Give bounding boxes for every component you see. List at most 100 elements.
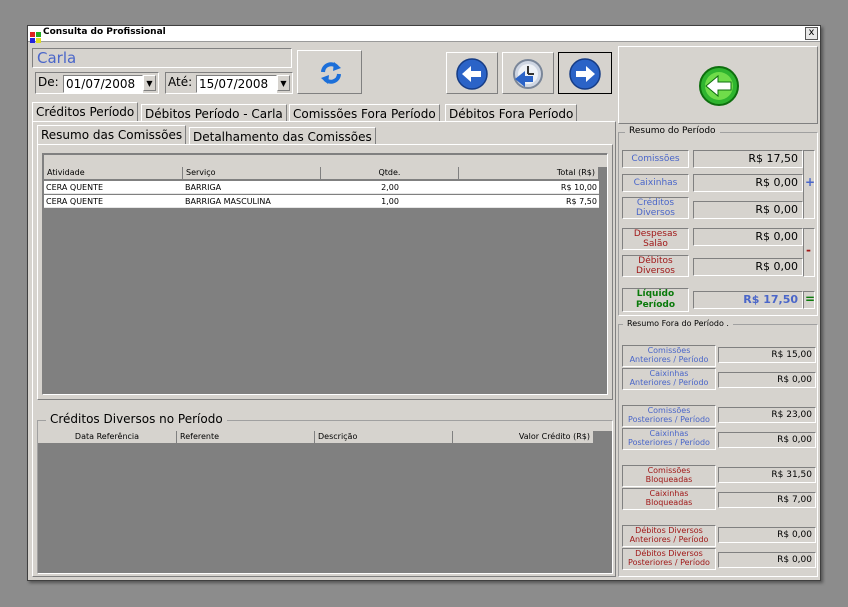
minus-sign: - <box>806 243 811 257</box>
column-header-total[interactable]: Total (R$) <box>459 167 599 180</box>
from-date-dropdown[interactable]: ▼ <box>143 75 156 91</box>
label-line-1: Caixinhas <box>649 489 689 498</box>
refresh-button[interactable] <box>297 50 362 94</box>
outside-debitos-posteriores-label: Débitos Diversos Posteriores / Período <box>622 548 716 570</box>
close-button[interactable]: x <box>805 27 818 40</box>
outside-comissoes-anteriores-value: R$ 15,00 <box>718 347 816 363</box>
to-date-dropdown[interactable]: ▼ <box>277 75 290 91</box>
minus-bracket: - <box>803 228 815 277</box>
credits-grid: Data Referência Referente Descrição Valo… <box>38 431 612 573</box>
summary-caixinhas-label: Caixinhas <box>622 174 689 192</box>
label-line-2: Posteriores / Período <box>628 558 710 567</box>
title-bar: Consulta do Profissional x <box>28 26 820 43</box>
label-line-1: Créditos <box>636 198 675 208</box>
chevron-down-icon: ▼ <box>146 79 153 88</box>
label-line-2: Diversos <box>636 266 675 276</box>
summary-creditos-diversos-label: Créditos Diversos <box>622 197 689 219</box>
next-button[interactable] <box>558 52 612 94</box>
outside-caixinhas-anteriores-value: R$ 0,00 <box>718 372 816 388</box>
label-line-1: Comissões <box>647 406 691 415</box>
label-line-1: Débitos Diversos <box>635 549 703 558</box>
label-line-2: Bloqueadas <box>645 475 693 484</box>
plus-bracket: + <box>803 150 815 219</box>
outside-caixinhas-posteriores-value: R$ 0,00 <box>718 432 816 448</box>
summary-liquido-label: Líquido Período <box>622 288 689 312</box>
label-line-1: Débitos Diversos <box>635 526 703 535</box>
equals-box: = <box>803 291 815 309</box>
window-title: Consulta do Profissional <box>43 27 166 37</box>
column-header-descricao[interactable]: Descrição <box>315 431 453 444</box>
to-date-group: Até: 15/07/2008 ▼ <box>165 72 293 94</box>
previous-button[interactable] <box>446 52 498 94</box>
outside-caixinhas-bloqueadas-label: Caixinhas Bloqueadas <box>622 488 716 510</box>
subtab-resumo-comissoes[interactable]: Resumo das Comissões <box>37 125 187 145</box>
exit-arrow-icon <box>699 66 739 106</box>
outside-summary-group: Resumo Fora do Período . Comissões Anter… <box>618 319 818 577</box>
label-line-2: Posteriores / Período <box>628 415 710 424</box>
main-tabs: Créditos Período Débitos Período - Carla… <box>32 102 616 122</box>
outside-comissoes-bloqueadas-label: Comissões Bloqueadas <box>622 465 716 487</box>
to-date-input[interactable]: 15/07/2008 <box>196 75 277 93</box>
refresh-icon <box>321 62 341 84</box>
tab-debitos-fora-periodo[interactable]: Débitos Fora Período <box>445 104 578 122</box>
label-line-2: Salão <box>643 239 668 249</box>
tab-creditos-periodo[interactable]: Créditos Período <box>32 102 139 122</box>
label-line-2: Anteriores / Período <box>629 378 709 387</box>
column-header-referente[interactable]: Referente <box>177 431 315 444</box>
from-date-label: De: <box>38 75 59 89</box>
summary-caixinhas-value: R$ 0,00 <box>693 174 803 192</box>
outside-comissoes-bloqueadas-value: R$ 31,50 <box>718 467 816 483</box>
from-date-group: De: 01/07/2008 ▼ <box>35 72 159 94</box>
equals-sign: = <box>805 292 816 306</box>
label-line-1: Líquido <box>636 289 675 299</box>
outside-comissoes-posteriores-label: Comissões Posteriores / Período <box>622 405 716 427</box>
cell-servico: BARRIGA <box>183 181 321 194</box>
label-line-1: Despesas <box>633 229 678 239</box>
period-summary-title: Resumo do Período <box>625 126 720 136</box>
subtab-detalhamento-comissoes[interactable]: Detalhamento das Comissões <box>189 127 376 145</box>
label-line-1: Débitos <box>638 256 673 266</box>
summary-debitos-diversos-label: Débitos Diversos <box>622 255 689 277</box>
summary-liquido-value: R$ 17,50 <box>693 291 803 309</box>
commissions-panel: Atividade Serviço Qtde. Total (R$) CERA … <box>37 144 613 400</box>
tab-debitos-periodo[interactable]: Débitos Período - Carla <box>141 104 287 122</box>
tab-comissoes-fora-periodo[interactable]: Comissões Fora Período <box>289 104 440 122</box>
cell-qtde: 2,00 <box>321 181 459 194</box>
commissions-grid: Atividade Serviço Qtde. Total (R$) CERA … <box>42 153 608 395</box>
label-line-1: Comissões <box>647 346 691 355</box>
column-header-servico[interactable]: Serviço <box>183 167 321 180</box>
label-line-2: Posteriores / Período <box>628 438 710 447</box>
column-header-qtde[interactable]: Qtde. <box>321 167 459 180</box>
column-header-valor-credito[interactable]: Valor Crédito (R$) <box>453 431 594 444</box>
outside-comissoes-anteriores-label: Comissões Anteriores / Período <box>622 345 716 367</box>
summary-despesas-salao-label: Despesas Salão <box>622 228 689 250</box>
column-header-data-referencia[interactable]: Data Referência <box>38 431 177 444</box>
arrow-left-icon <box>456 58 488 90</box>
credits-header: Data Referência Referente Descrição Valo… <box>38 431 594 445</box>
label-line-2: Anteriores / Período <box>629 535 709 544</box>
cell-total: R$ 10,00 <box>459 181 599 194</box>
outside-debitos-anteriores-label: Débitos Diversos Anteriores / Período <box>622 525 716 547</box>
cell-atividade: CERA QUENTE <box>44 195 183 208</box>
cell-servico: BARRIGA MASCULINA <box>183 195 321 208</box>
to-date-label: Até: <box>168 75 193 89</box>
cell-atividade: CERA QUENTE <box>44 181 183 194</box>
app-icon <box>30 28 41 43</box>
history-button[interactable] <box>502 52 554 94</box>
clock-icon <box>513 59 543 89</box>
exit-button[interactable] <box>618 46 818 124</box>
outside-caixinhas-posteriores-label: Caixinhas Posteriores / Período <box>622 428 716 450</box>
from-date-input[interactable]: 01/07/2008 <box>63 75 143 93</box>
professional-name-box: Carla <box>32 48 292 68</box>
period-summary-group: Resumo do Período Comissões R$ 17,50 Cai… <box>618 126 818 316</box>
cell-total: R$ 7,50 <box>459 195 599 208</box>
outside-caixinhas-anteriores-label: Caixinhas Anteriores / Período <box>622 368 716 390</box>
outside-debitos-posteriores-value: R$ 0,00 <box>718 552 816 568</box>
column-header-atividade[interactable]: Atividade <box>44 167 183 180</box>
tab-panel: Resumo das Comissões Detalhamento das Co… <box>32 121 616 577</box>
summary-despesas-salao-value: R$ 0,00 <box>693 228 803 246</box>
label-line-1: Caixinhas <box>649 369 689 378</box>
outside-summary-title: Resumo Fora do Período . <box>623 319 733 328</box>
summary-debitos-diversos-value: R$ 0,00 <box>693 258 803 276</box>
arrow-right-icon <box>569 58 601 90</box>
